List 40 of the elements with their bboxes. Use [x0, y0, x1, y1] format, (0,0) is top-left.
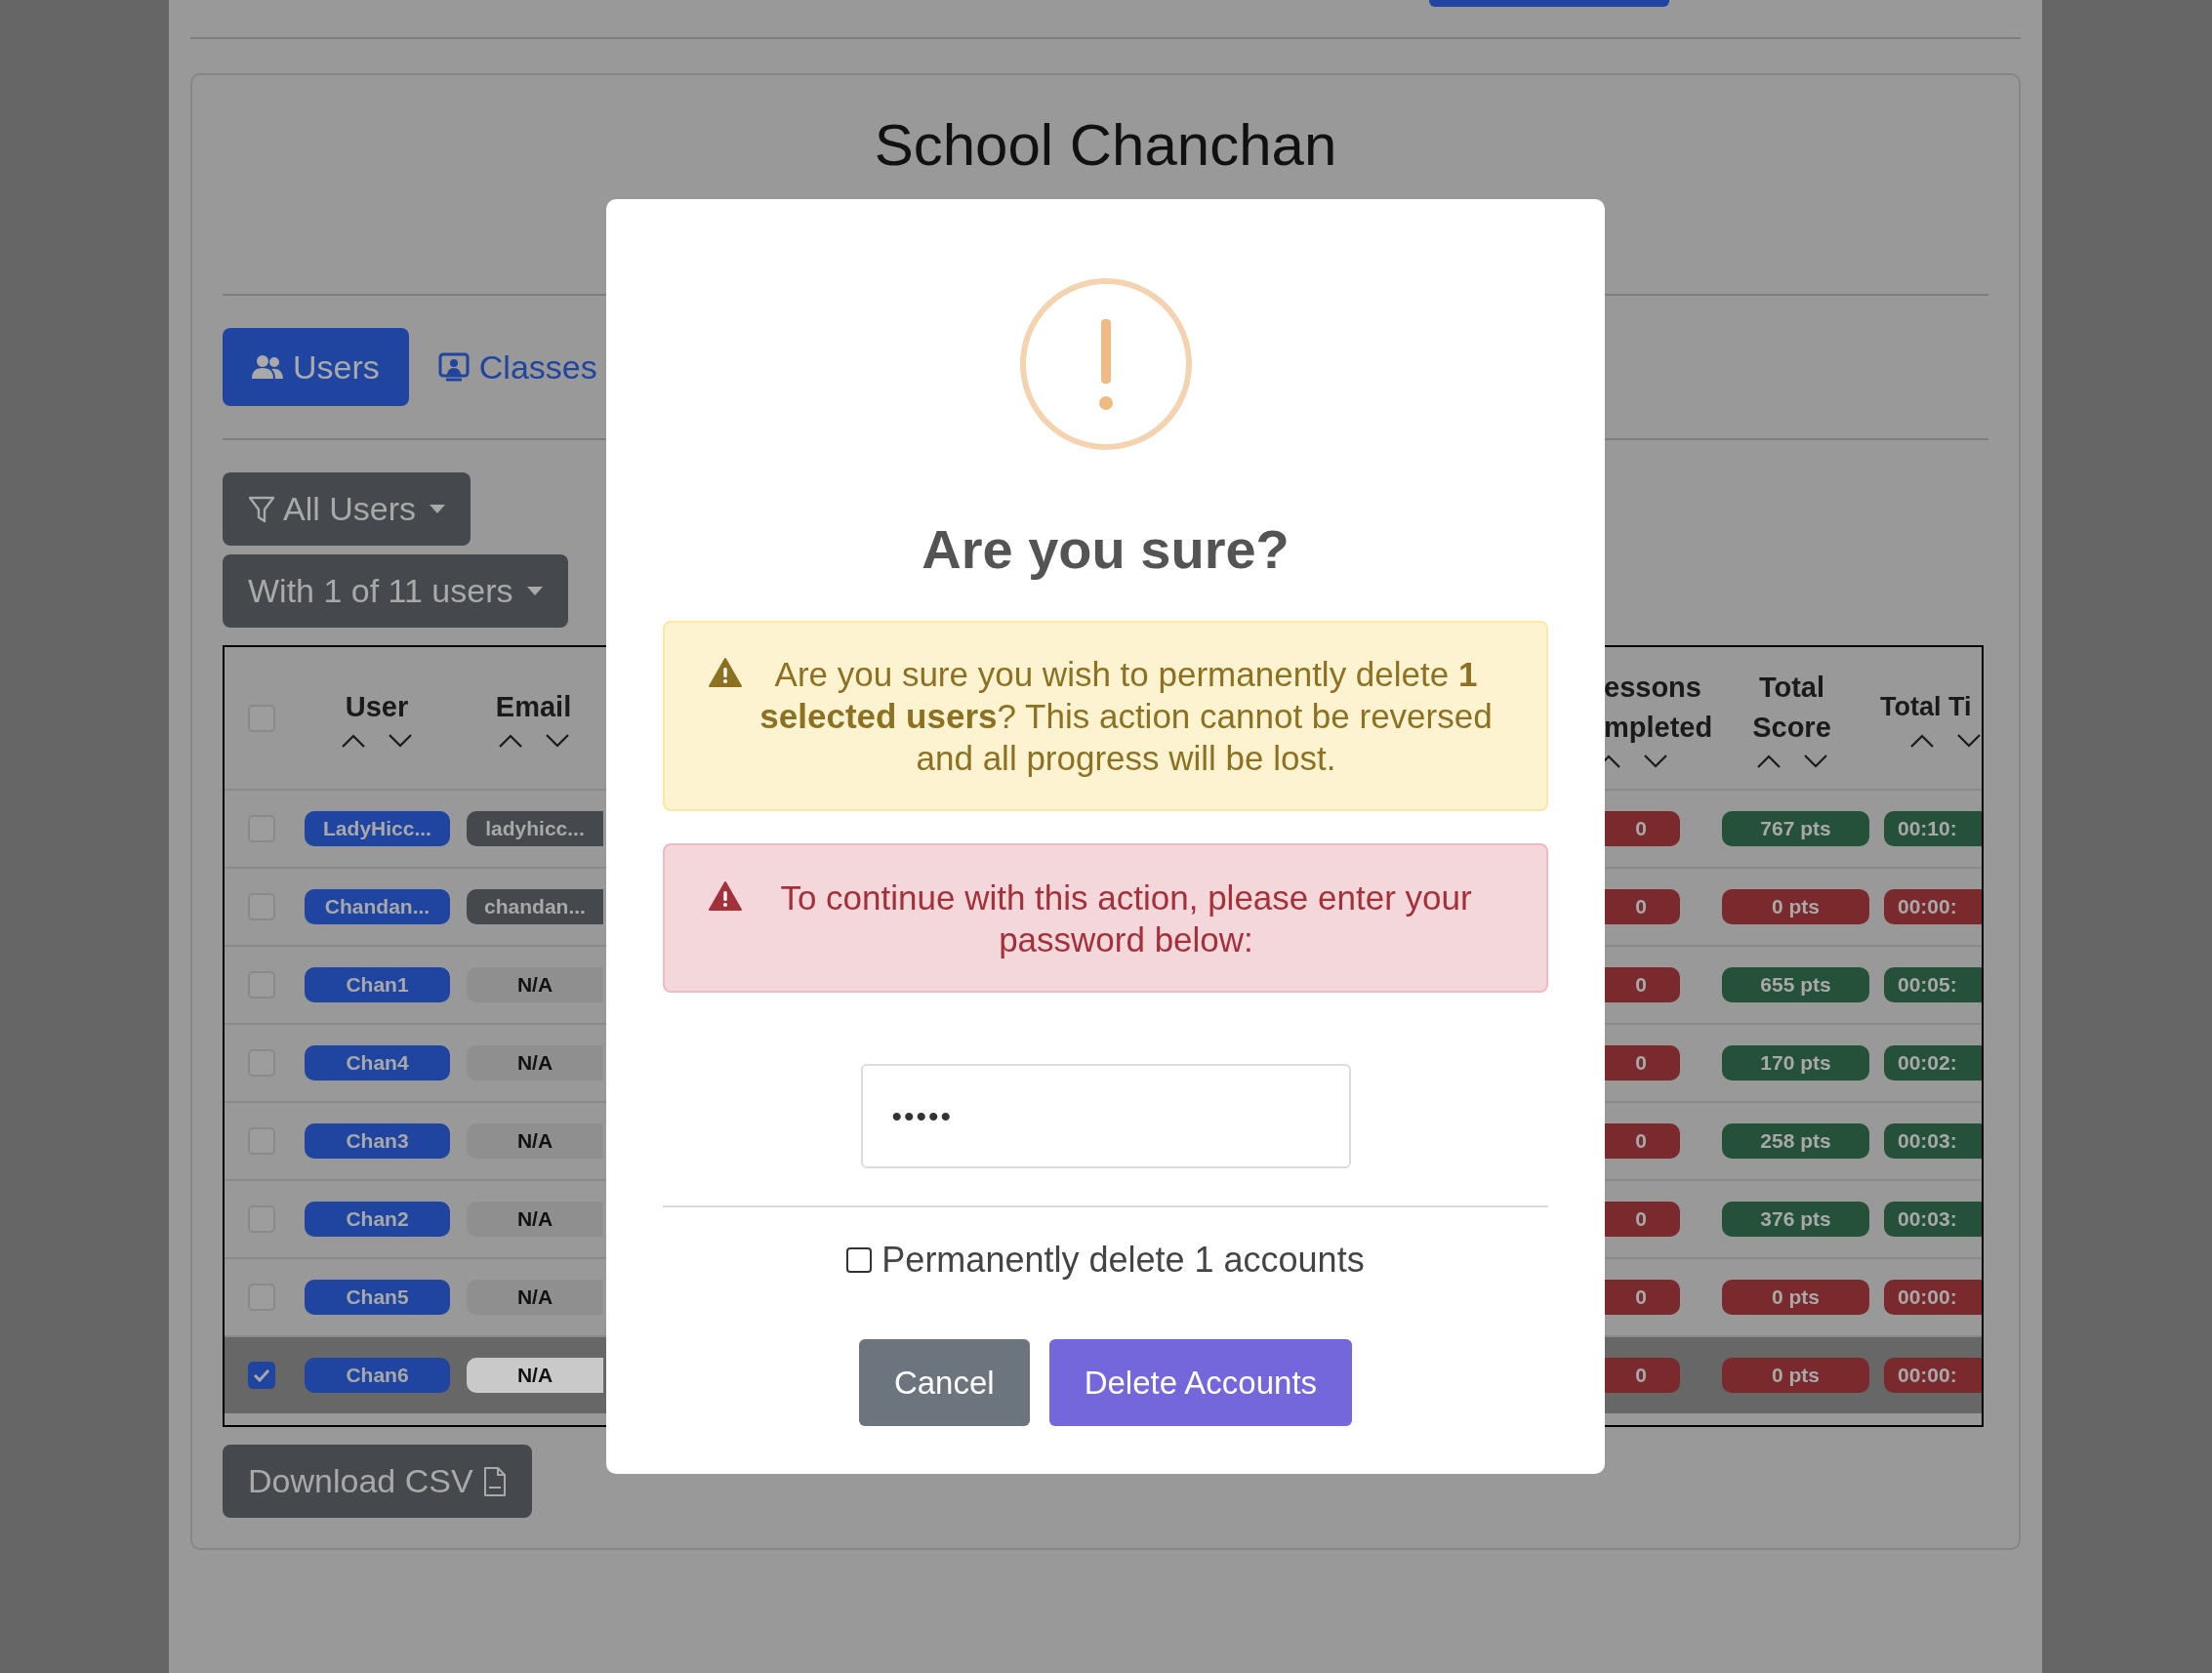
- email-badge: N/A: [467, 1045, 603, 1081]
- email-badge: N/A: [467, 1123, 603, 1159]
- time-badge: 00:00:: [1884, 1280, 1982, 1315]
- column-header: Total Score: [1751, 670, 1832, 745]
- column-header: Total Ti: [1880, 691, 1972, 723]
- time-badge: 00:00:: [1884, 1358, 1982, 1393]
- email-badge: N/A: [467, 1202, 603, 1237]
- school-title: School Chanchan: [873, 111, 1338, 180]
- lessons-badge: 0: [1602, 1358, 1680, 1393]
- lessons-badge: 0: [1602, 967, 1680, 1002]
- time-badge: 00:03:: [1884, 1123, 1982, 1159]
- lessons-badge: 0: [1602, 1045, 1680, 1081]
- score-badge: 0 pts: [1722, 1358, 1869, 1393]
- column-header: Email: [495, 690, 572, 724]
- score-badge: 376 pts: [1722, 1202, 1869, 1237]
- lessons-badge: 0: [1602, 889, 1680, 924]
- score-badge: 258 pts: [1722, 1123, 1869, 1159]
- lessons-badge: 0: [1602, 811, 1680, 846]
- time-badge: 00:03:: [1884, 1202, 1982, 1237]
- error-text: To continue with this action, please enter your password below:: [779, 877, 1473, 960]
- score-badge: 767 pts: [1722, 811, 1869, 846]
- email-badge: N/A: [467, 1280, 603, 1315]
- score-badge: 0 pts: [1722, 889, 1869, 924]
- time-badge: 00:05:: [1884, 967, 1982, 1002]
- email-badge: chandan...: [467, 889, 603, 924]
- column-header: User: [345, 690, 409, 724]
- score-badge: 170 pts: [1722, 1045, 1869, 1081]
- time-badge: 00:10:: [1884, 811, 1982, 846]
- email-badge: N/A: [467, 1358, 603, 1393]
- email-badge: N/A: [467, 967, 603, 1002]
- time-badge: 00:02:: [1884, 1045, 1982, 1081]
- lessons-badge: 0: [1602, 1280, 1680, 1315]
- score-badge: 655 pts: [1722, 967, 1869, 1002]
- time-badge: 00:00:: [1884, 889, 1982, 924]
- dialog-title: Are you sure?: [922, 518, 1290, 581]
- email-badge: ladyhicc...: [467, 811, 603, 846]
- lessons-badge: 0: [1602, 1123, 1680, 1159]
- warning-text: Are you sure you wish to permanently delete 1 selected users? This action cannot be reversed and all progress will be lost.: [758, 654, 1494, 779]
- score-badge: 0 pts: [1722, 1280, 1869, 1315]
- lessons-badge: 0: [1602, 1202, 1680, 1237]
